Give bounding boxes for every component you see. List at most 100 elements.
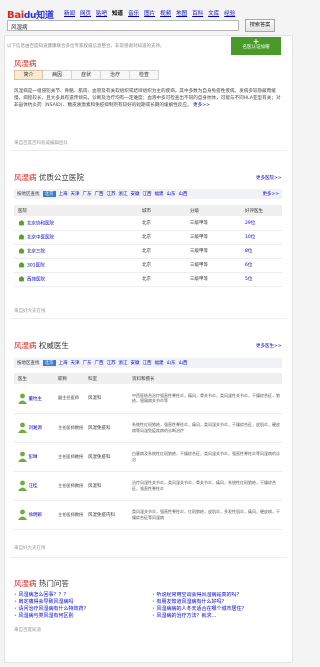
doctor-name-link[interactable]: 刘湘源	[28, 426, 42, 431]
region-option[interactable]: 天津	[71, 360, 80, 366]
region-option[interactable]: 天津	[71, 191, 80, 197]
search-input[interactable]: 风湿病	[7, 20, 239, 31]
nav-item[interactable]: 贴吧	[96, 9, 107, 17]
column-header: 医院	[18, 208, 27, 214]
table-row: 徐明颖 主任医师教授 风湿免疫内科 类风湿关节炎，强直性脊柱炎，红斑狼疮，皮肌炎…	[14, 500, 282, 529]
search-button[interactable]: 搜索答案	[245, 19, 275, 32]
nav-item[interactable]: 视频	[160, 9, 171, 17]
tab-intro[interactable]: 简介	[14, 70, 43, 80]
region-option[interactable]: 福建	[155, 360, 164, 366]
nav-item[interactable]: 新闻	[64, 9, 75, 17]
column-header: 城市	[142, 208, 151, 214]
faq-question-link[interactable]: 风湿病怎么回事？？？	[14, 592, 144, 599]
hospital-doctors-link[interactable]: 29位	[245, 216, 282, 230]
description-text: 风湿病是一组侵犯关节、骨骼、肌肉、血管及有关软组织或结缔组织为主的疾病，其中多数…	[14, 89, 281, 109]
faq-question-link[interactable]: 风湿病与类风湿有何区别	[14, 613, 144, 620]
tab-symptom[interactable]: 症状	[72, 70, 101, 80]
faq-question-link[interactable]: 肩定痛得会导致风湿病吗	[14, 599, 144, 606]
doctor-table: 医生 职称 科室 资料和擅长 董怡主 副主任医师 风湿科 中西医结合治疗强直性脊…	[14, 373, 282, 530]
region-option[interactable]: 上海	[59, 191, 68, 197]
region-option[interactable]: 浙江	[119, 191, 128, 197]
hospital-name-link[interactable]: 301医院	[27, 263, 45, 268]
doctor-name-link[interactable]: 彭琳	[28, 455, 37, 460]
hospital-name-link[interactable]: 北京中医医院	[27, 235, 54, 240]
disease-title: 风湿病	[14, 58, 37, 69]
hospital-icon	[18, 247, 25, 254]
doctor-name-link[interactable]: 董怡主	[28, 397, 42, 402]
tab-cause[interactable]: 病因	[43, 70, 72, 80]
hospitals-more-link[interactable]: 更多医院>>	[256, 175, 282, 181]
column-header: 资料和擅长	[132, 376, 155, 382]
region-option[interactable]: 山东	[167, 360, 176, 366]
notice-text: 以下信息由百度知道健康联合多位专家权威信息整合，非常感谢对知道的支持。	[7, 44, 165, 49]
table-row: 西苑医院 北京 三级甲等 5位	[14, 272, 282, 286]
doctor-desc: 系统性红斑狼疮，强直性脊柱炎，痛风，类风湿关节炎，干燥综合征，皮肌炎，硬皮病等风…	[132, 422, 280, 433]
faq-question-link[interactable]: 风湿病病的人冬天适合在哪个城市居住？	[152, 606, 286, 613]
hospital-name-link[interactable]: 西苑医院	[27, 277, 45, 282]
filter-label: 按地区查找	[17, 192, 40, 197]
nav-item[interactable]: 地图	[176, 9, 187, 17]
region-option[interactable]: 广东	[83, 191, 92, 197]
hospital-city: 北京	[142, 249, 151, 254]
hospital-icon	[18, 233, 25, 240]
tab-treatment[interactable]: 治疗	[101, 70, 130, 80]
hospital-level: 三级甲等	[190, 249, 208, 254]
tab-exam[interactable]: 检查	[130, 70, 159, 80]
region-option[interactable]: 上海	[59, 360, 68, 366]
hospital-name-link[interactable]: 北京协和医院	[27, 221, 54, 226]
faq-title-red: 风湿病	[14, 579, 37, 588]
region-option[interactable]: 广西	[95, 360, 104, 366]
hospital-name-link[interactable]: 北京三院	[27, 249, 45, 254]
region-option-selected[interactable]: 北京	[42, 360, 56, 366]
region-option[interactable]: 山西	[179, 360, 188, 366]
doctor-name-link[interactable]: 徐明颖	[28, 513, 42, 518]
region-option[interactable]: 广东	[83, 360, 92, 366]
plus-icon: +	[252, 37, 260, 46]
region-option[interactable]: 广西	[95, 191, 104, 197]
hospital-doctors-link[interactable]: 8位	[245, 244, 282, 258]
table-row: 301医院 北京 三级甲等 6位	[14, 258, 282, 272]
top-nav: 新闻 网页 贴吧 知道 音乐 图片 视频 地图 百科 文库 经验	[64, 9, 235, 17]
region-option[interactable]: 浙江	[119, 360, 128, 366]
region-option[interactable]: 山西	[179, 191, 188, 197]
doctors-title-rest: 权威医生	[36, 341, 69, 350]
doctor-title: 副主任医师	[58, 395, 79, 401]
disease-description: 风湿病是一组侵犯关节、骨骼、肌肉、血管及有关软组织或结缔组织为主的疾病，其中多数…	[14, 88, 282, 110]
doctor-avatar-icon	[18, 509, 27, 520]
doctor-title: 主任医师教授	[58, 511, 84, 517]
hospital-doctors-link[interactable]: 5位	[245, 272, 282, 286]
region-option[interactable]: 山东	[167, 191, 176, 197]
nav-item[interactable]: 经验	[224, 9, 235, 17]
doctor-name-link[interactable]: 汪桂	[28, 484, 37, 489]
faq-question-link[interactable]: 听说经常用空调会得风湿病是真的吗？	[152, 592, 286, 599]
certify-button[interactable]: + 名医认证加帽	[231, 37, 281, 55]
faq-question-link[interactable]: 风湿病的治疗方法？就求...	[152, 613, 286, 620]
faq-question-link[interactable]: 请问治疗风湿病有什么特效药？	[14, 606, 144, 613]
region-more-link[interactable]: 更多>>	[262, 191, 282, 197]
hospital-doctors-link[interactable]: 10位	[245, 230, 282, 244]
region-option[interactable]: 江西	[143, 191, 152, 197]
hospital-doctors-link[interactable]: 6位	[245, 258, 282, 272]
doctor-desc: 类风湿关节炎，强直性脊柱炎，红斑狼疮，皮肌炎，多发性肌炎，痛风，硬皮病，干燥综合…	[132, 509, 280, 520]
description-more-link[interactable]: 更多>>	[193, 103, 210, 108]
region-option[interactable]: 安徽	[131, 360, 140, 366]
doctors-more-link[interactable]: 更多医生>>	[256, 343, 282, 349]
hospital-icon	[18, 275, 25, 282]
region-option[interactable]: 福建	[155, 191, 164, 197]
faq-question-link[interactable]: 有朋友知道风湿病有什么好吗？	[152, 599, 286, 606]
nav-item[interactable]: 图片	[144, 9, 155, 17]
nav-item[interactable]: 文库	[208, 9, 219, 17]
region-option[interactable]: 江西	[143, 360, 152, 366]
region-option-selected[interactable]: 北京	[42, 191, 56, 197]
nav-item[interactable]: 音乐	[128, 9, 139, 17]
doctor-avatar-icon	[18, 451, 27, 462]
hospital-city: 北京	[142, 263, 151, 268]
hospital-level: 三级甲等	[190, 220, 208, 226]
region-option[interactable]: 安徽	[131, 191, 140, 197]
nav-item[interactable]: 网页	[80, 9, 91, 17]
region-option[interactable]: 江苏	[107, 360, 116, 366]
table-row: 北京三院 北京 三级甲等 8位	[14, 244, 282, 258]
hospital-level: 三级甲等	[190, 263, 208, 268]
nav-item[interactable]: 百科	[192, 9, 203, 17]
region-option[interactable]: 江苏	[107, 191, 116, 197]
